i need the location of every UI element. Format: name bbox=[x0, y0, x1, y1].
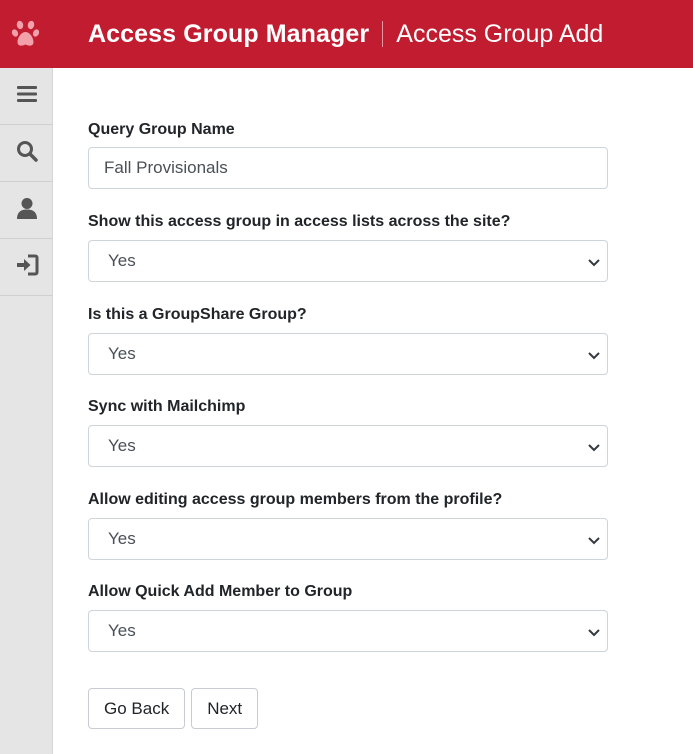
select-value: Yes bbox=[108, 344, 136, 363]
select-value: Yes bbox=[108, 621, 136, 640]
chevron-down-icon bbox=[587, 440, 601, 459]
chevron-down-icon bbox=[587, 533, 601, 552]
form-actions: Go Back Next bbox=[88, 688, 259, 729]
select-value: Yes bbox=[108, 436, 136, 455]
allow-quick-add-group: Allow Quick Add Member to Group Yes bbox=[88, 582, 608, 652]
sync-mailchimp-label: Sync with Mailchimp bbox=[88, 398, 246, 415]
sidebar-item-menu[interactable] bbox=[0, 68, 53, 125]
allow-edit-from-profile-label: Allow editing access group members from … bbox=[88, 491, 503, 508]
app-title: Access Group Manager bbox=[88, 19, 370, 48]
show-in-access-lists-select[interactable]: Yes bbox=[88, 240, 608, 282]
sidebar-item-search[interactable] bbox=[0, 125, 53, 182]
allow-edit-from-profile-group: Allow editing access group members from … bbox=[88, 490, 608, 560]
user-icon bbox=[16, 197, 38, 224]
groupshare-group-select[interactable]: Yes bbox=[88, 333, 608, 375]
select-value: Yes bbox=[108, 529, 136, 548]
query-group-name-input[interactable] bbox=[88, 147, 608, 189]
chevron-down-icon bbox=[587, 348, 601, 367]
allow-edit-from-profile-select[interactable]: Yes bbox=[88, 518, 608, 560]
go-back-button[interactable]: Go Back bbox=[88, 688, 186, 729]
query-group-name-group: Query Group Name bbox=[88, 120, 608, 189]
groupshare-group-label: Is this a GroupShare Group? bbox=[88, 306, 307, 323]
sync-mailchimp-select[interactable]: Yes bbox=[88, 425, 608, 467]
allow-quick-add-select[interactable]: Yes bbox=[88, 610, 608, 652]
menu-icon bbox=[16, 85, 37, 108]
chevron-down-icon bbox=[587, 255, 601, 274]
sync-mailchimp-group: Sync with Mailchimp Yes bbox=[88, 397, 608, 467]
search-icon bbox=[16, 140, 38, 167]
query-group-name-label: Query Group Name bbox=[88, 121, 235, 138]
groupshare-group-group: Is this a GroupShare Group? Yes bbox=[88, 305, 608, 375]
top-bar: Access Group Manager Access Group Add bbox=[0, 0, 693, 68]
sidebar bbox=[0, 68, 53, 754]
sidebar-item-sign-in[interactable] bbox=[0, 239, 53, 296]
paw-print-icon[interactable] bbox=[0, 0, 53, 68]
next-button[interactable]: Next bbox=[191, 688, 259, 729]
allow-quick-add-label: Allow Quick Add Member to Group bbox=[88, 583, 353, 600]
show-in-access-lists-label: Show this access group in access lists a… bbox=[88, 213, 511, 230]
select-value: Yes bbox=[108, 251, 136, 270]
page-title: Access Group Add bbox=[396, 19, 604, 48]
show-in-access-lists-group: Show this access group in access lists a… bbox=[88, 212, 608, 282]
title-divider bbox=[382, 21, 384, 47]
sidebar-item-user[interactable] bbox=[0, 182, 53, 239]
sign-in-icon bbox=[15, 254, 39, 281]
chevron-down-icon bbox=[587, 625, 601, 644]
